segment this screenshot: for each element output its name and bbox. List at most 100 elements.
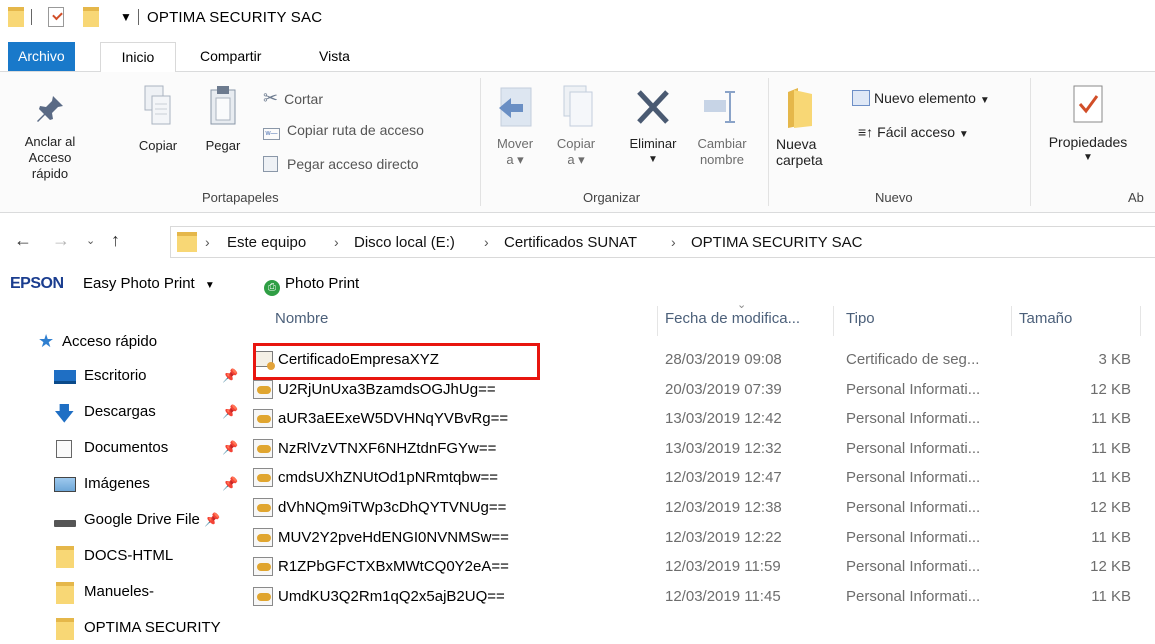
column-divider[interactable] [657,306,658,336]
rename-label-1: Cambiar [697,136,747,151]
file-size: 12 KB [1090,558,1131,576]
group-label-nuevo: Nuevo [875,190,913,205]
file-date: 12/03/2019 11:45 [665,587,781,605]
cut-button[interactable]: ✂ Cortar [263,88,323,109]
properties-button[interactable]: Propiedades ▼ [1036,84,1140,166]
properties-icon [1073,85,1103,123]
new-folder-label-2: carpeta [776,152,823,168]
paste-shortcut-button[interactable]: Pegar acceso directo [263,156,419,172]
pin-icon[interactable]: 📌 [222,440,238,456]
tab-inicio[interactable]: Inicio [100,42,176,72]
nav-item-documentos[interactable]: Documentos 📌 [54,434,244,464]
pin-quick-access-button[interactable]: Anclar al Acceso rápido [12,92,88,182]
pin-icon[interactable]: 📌 [222,476,238,492]
column-divider[interactable] [833,306,834,336]
pin-icon[interactable]: 📌 [222,404,238,420]
delete-label: Eliminar [629,136,677,151]
nav-item-escritorio[interactable]: Escritorio 📌 [54,362,244,392]
nav-item-manueles[interactable]: Manueles- [54,578,244,608]
move-label-2: a ▾ [506,152,524,167]
breadcrumb-chevron-icon[interactable]: › [484,234,489,250]
up-arrow-icon[interactable]: ↑ [111,230,120,251]
easy-access-button[interactable]: ≡↑ Fácil acceso ▼ [858,124,969,140]
breadcrumb-chevron-icon[interactable]: › [205,234,210,250]
paste-button[interactable]: Pegar [198,84,248,154]
title-bar: ▼ OPTIMA SECURITY SAC [0,0,1155,36]
new-folder-quick-icon[interactable] [83,7,99,27]
column-header-nombre[interactable]: Nombre [275,310,328,327]
new-item-button[interactable]: Nuevo elemento ▼ [852,90,990,106]
file-size: 11 KB [1091,587,1131,605]
document-icon [56,440,72,458]
copy-path-button[interactable]: w— Copiar ruta de acceso [263,122,424,140]
breadcrumb-optima[interactable]: OPTIMA SECURITY SAC [691,234,862,251]
quick-access-dropdown-icon[interactable]: ▼ [120,10,132,24]
breadcrumb-este-equipo[interactable]: Este equipo [227,234,306,251]
move-to-button[interactable]: Mover a ▾ [492,84,538,168]
rename-icon [704,91,735,123]
file-row[interactable]: R1ZPbGFCTXBxMWtCQ0Y2eA== 12/03/2019 11:59… [245,552,1155,582]
delete-dropdown-icon[interactable]: ▼ [620,152,686,168]
download-icon: 🡇 [54,403,75,425]
photo-print-button[interactable]: ⎙ Photo Print [264,275,359,296]
breadcrumb-disco-local[interactable]: Disco local (E:) [354,234,455,251]
file-name: MUV2Y2pveHdENGI0NVNMSw== [278,528,509,546]
column-divider[interactable] [1011,306,1012,336]
pin-icon[interactable]: 📌 [222,368,238,384]
delete-button[interactable]: Eliminar ▼ [620,84,686,168]
nav-label: Descargas [84,403,156,420]
photo-print-label: Photo Print [285,275,360,292]
column-divider[interactable] [1140,306,1141,336]
breadcrumb-certificados[interactable]: Certificados SUNAT [504,234,637,251]
file-row[interactable]: NzRlVzVTNXF6NHZtdnFGYw== 13/03/2019 12:32… [245,434,1155,464]
column-header-fecha[interactable]: Fecha de modifica... [665,310,800,327]
column-header-tipo[interactable]: Tipo [846,310,875,327]
address-box[interactable]: › Este equipo › Disco local (E:) › Certi… [170,226,1155,258]
recent-dropdown-icon[interactable]: ⌄ [86,234,95,247]
properties-dropdown-icon[interactable]: ▼ [1036,150,1140,166]
epson-toolbar: EPSON Easy Photo Print ▼ ⎙ Photo Print [0,266,1155,302]
file-type: Personal Informati... [846,587,981,605]
file-row[interactable]: MUV2Y2pveHdENGI0NVNMSw== 12/03/2019 12:22… [245,523,1155,553]
forward-arrow-icon[interactable]: → [52,230,70,251]
tab-vista[interactable]: Vista [305,42,364,72]
ribbon: Anclar al Acceso rápido Copiar Pegar ✂ Co… [0,71,1155,213]
selection-highlight-box [253,343,540,380]
column-header-tamano[interactable]: Tamaño [1019,310,1072,327]
file-type: Personal Informati... [846,499,981,516]
nav-item-acceso-rapido[interactable]: ★ Acceso rápido [38,328,238,358]
nav-item-docs-html[interactable]: DOCS-HTML [54,542,244,572]
breadcrumb-chevron-icon[interactable]: › [334,234,339,250]
pin-icon[interactable]: 📌 [204,512,220,528]
ribbon-tabs: Archivo Inicio Compartir Vista [0,42,1155,72]
properties-quick-icon[interactable] [48,7,64,27]
nav-item-optima-security[interactable]: OPTIMA SECURITY [54,614,244,644]
nav-item-google-drive[interactable]: Google Drive File 📌 [54,506,244,536]
move-label: Mover [496,136,534,151]
path-icon: w— [263,128,280,140]
new-folder-button[interactable]: Nueva carpeta [776,86,828,168]
folder-icon [8,7,24,27]
nav-item-imagenes[interactable]: Imágenes 📌 [54,470,244,500]
pfx-key-icon [253,557,273,577]
group-separator [480,78,481,206]
easy-photo-print-button[interactable]: Easy Photo Print ▼ [83,275,215,292]
rename-button[interactable]: Cambiar nombre [690,84,754,168]
tab-compartir[interactable]: Compartir [186,42,275,72]
folder-icon [56,618,74,640]
paste-label: Pegar [205,138,241,153]
tab-archivo[interactable]: Archivo [8,42,75,72]
easy-access-label: Fácil acceso [877,124,955,140]
copy-button[interactable]: Copiar [133,84,183,154]
nav-label: Imágenes [84,475,150,492]
file-row[interactable]: cmdsUXhZNUtOd1pNRmtqbw== 12/03/2019 12:47… [245,463,1155,493]
file-row[interactable]: UmdKU3Q2Rm1qQ2x5ajB2UQ== 12/03/2019 11:45… [245,582,1155,612]
copy-to-button[interactable]: Copiar a ▾ [548,84,604,168]
file-row[interactable]: dVhNQm9iTWp3cDhQYTVNUg== 12/03/2019 12:38… [245,493,1155,523]
shortcut-icon [263,156,278,172]
nav-label: Google Drive File [84,511,200,528]
back-arrow-icon[interactable]: ← [14,230,32,251]
nav-item-descargas[interactable]: 🡇 Descargas 📌 [54,398,244,428]
file-row[interactable]: aUR3aEExeW5DVHNqYVBvRg== 13/03/2019 12:42… [245,404,1155,434]
breadcrumb-chevron-icon[interactable]: › [671,234,676,250]
